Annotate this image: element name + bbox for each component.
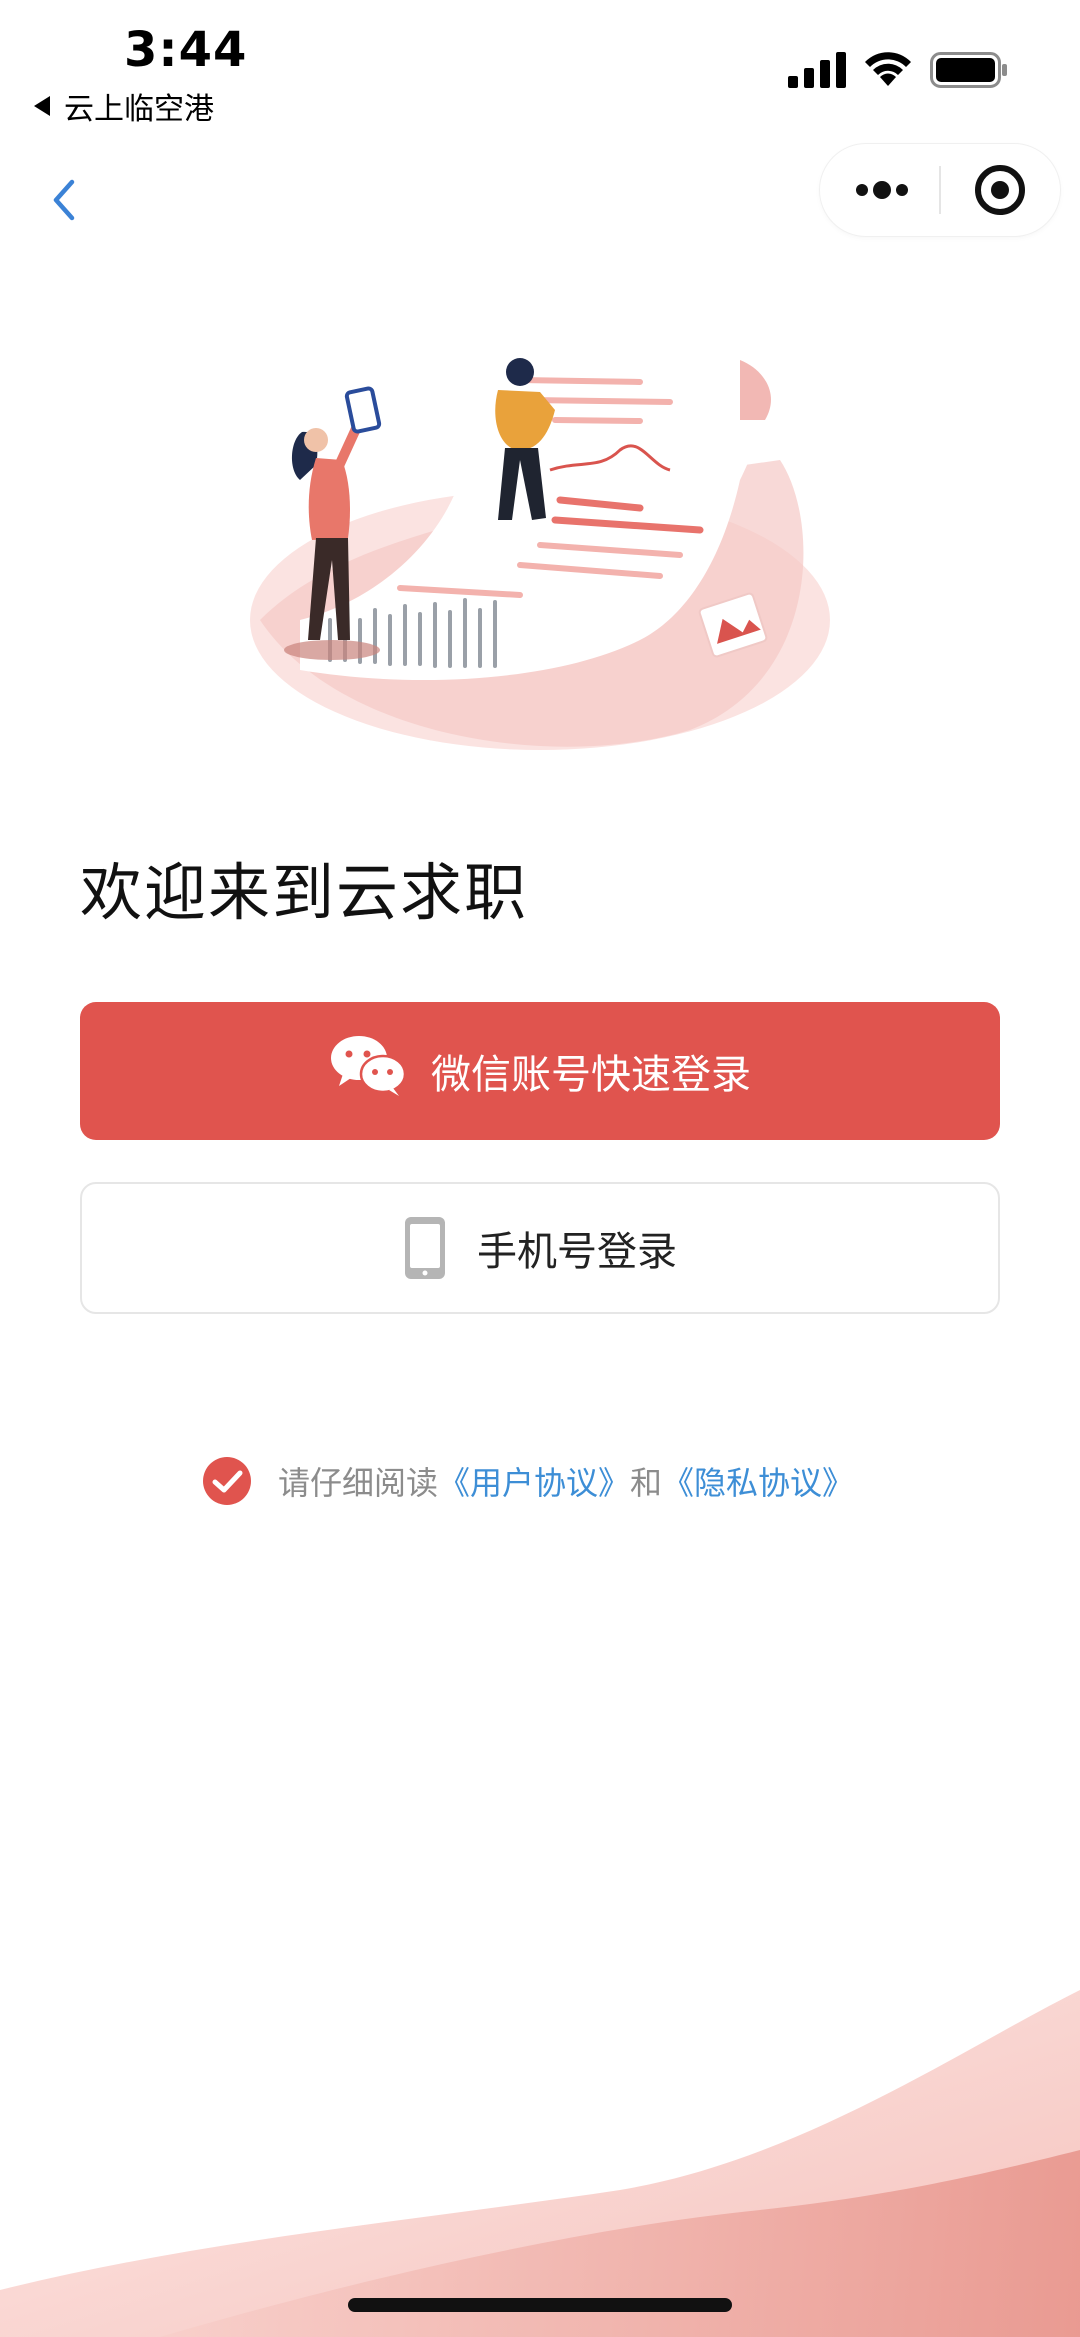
wechat-login-button[interactable]: 微信账号快速登录 <box>80 1002 1000 1140</box>
phone-icon <box>405 1217 445 1279</box>
bottom-decorative-wave <box>0 1990 1080 2337</box>
page-title: 欢迎来到云求职 <box>80 856 529 929</box>
wechat-login-label: 微信账号快速登录 <box>431 1052 751 1098</box>
privacy-policy-link[interactable]: 《隐私协议》 <box>662 1458 854 1504</box>
status-time: 3:44 <box>124 22 248 78</box>
phone-login-button[interactable]: 手机号登录 <box>80 1182 1000 1314</box>
target-circle-icon[interactable] <box>941 144 1060 236</box>
status-back-app-label: 云上临空港 <box>64 92 214 127</box>
wifi-icon <box>865 52 911 86</box>
battery-icon <box>930 52 1007 88</box>
phone-login-label: 手机号登录 <box>477 1229 677 1275</box>
home-indicator <box>348 2298 732 2312</box>
nav-back-chevron-icon[interactable] <box>44 172 84 228</box>
status-back-app[interactable]: 云上临空港 <box>34 84 214 128</box>
back-triangle-icon <box>34 96 50 116</box>
job-illustration <box>250 350 830 750</box>
cellular-signal-icon <box>788 52 846 88</box>
wechat-icon <box>331 1036 407 1096</box>
user-agreement-link[interactable]: 《用户协议》 <box>438 1458 630 1504</box>
mini-program-capsule <box>820 144 1060 236</box>
more-dots-icon[interactable] <box>820 144 940 236</box>
agreement-conjunction: 和 <box>630 1464 663 1502</box>
agreement-prefix: 请仔细阅读 <box>278 1464 439 1502</box>
checkmark-circle-icon[interactable] <box>202 1456 252 1506</box>
agreement-row: 请仔细阅读 《用户协议》 和 《隐私协议》 <box>202 1456 854 1506</box>
